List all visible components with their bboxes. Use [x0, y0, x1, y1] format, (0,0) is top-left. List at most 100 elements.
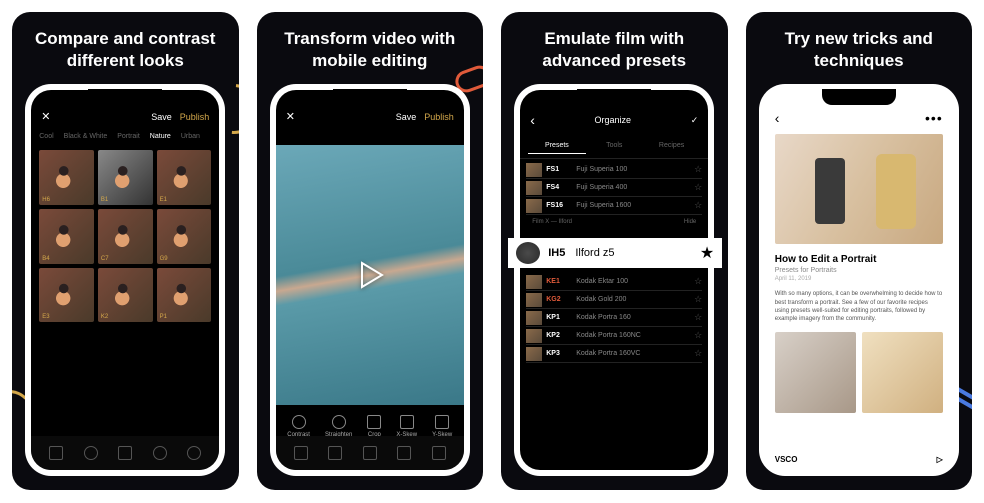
preset-row[interactable]: KP1Kodak Portra 160☆ — [526, 309, 702, 327]
xskew-tool[interactable]: X-Skew — [396, 415, 417, 438]
slide-title: Emulate film with advanced presets — [513, 28, 716, 72]
back-icon[interactable]: ‹ — [530, 112, 535, 128]
adjust-icon[interactable] — [84, 446, 98, 460]
save-button[interactable]: Save — [151, 112, 172, 122]
tab-bw[interactable]: Black & White — [64, 133, 108, 140]
video-screen: ✕ Save Publish Contrast Straighten Crop … — [276, 90, 464, 470]
save-button[interactable]: Save — [396, 112, 417, 122]
publish-button[interactable]: Publish — [424, 112, 454, 122]
close-icon[interactable]: ✕ — [286, 110, 295, 123]
history-icon[interactable] — [397, 446, 411, 460]
editor-screen: ✕ Save Publish Cool Black & White Portra… — [31, 90, 219, 470]
history-icon[interactable] — [153, 446, 167, 460]
slide-article: Try new tricks and techniques ‹ ••• How … — [746, 12, 973, 490]
straighten-tool[interactable]: Straighten — [325, 415, 352, 438]
send-icon[interactable]: ▷ — [937, 455, 943, 464]
preset-row[interactable]: FS4Fuji Superia 400☆ — [526, 179, 702, 197]
article-image[interactable] — [775, 332, 856, 413]
article-screen: ‹ ••• How to Edit a Portrait Presets for… — [765, 90, 953, 470]
star-icon[interactable]: ★ — [700, 243, 714, 263]
segment-control: Presets Tools Recipes — [520, 134, 708, 159]
check-icon[interactable]: ✓ — [691, 115, 699, 126]
tab-nature[interactable]: Nature — [150, 133, 171, 140]
star-icon[interactable]: ☆ — [694, 276, 702, 287]
segment-tools[interactable]: Tools — [586, 138, 643, 154]
preset-thumb[interactable]: B1 — [98, 150, 153, 205]
preset-row[interactable]: KG2Kodak Gold 200☆ — [526, 291, 702, 309]
yskew-tool[interactable]: Y-Skew — [432, 415, 452, 438]
sliders-icon[interactable] — [363, 446, 377, 460]
star-icon[interactable]: ☆ — [694, 330, 702, 341]
star-icon[interactable]: ☆ — [694, 164, 702, 175]
preset-thumb[interactable]: B4 — [39, 209, 94, 264]
brand-label: VSCO — [775, 455, 798, 464]
preset-thumb-icon — [526, 329, 542, 343]
slide-title: Transform video with mobile editing — [269, 28, 472, 72]
bottom-toolbar — [31, 436, 219, 470]
preset-row[interactable]: FS16Fuji Superia 1600☆ — [526, 197, 702, 215]
tab-urban[interactable]: Urban — [181, 133, 200, 140]
selected-code: IH5 — [548, 247, 565, 259]
grid-icon[interactable] — [294, 446, 308, 460]
preset-thumb[interactable]: H6 — [39, 150, 94, 205]
article-hero-image — [775, 134, 943, 244]
more-icon[interactable] — [187, 446, 201, 460]
article-title: How to Edit a Portrait — [775, 254, 943, 265]
star-icon[interactable]: ☆ — [694, 200, 702, 211]
preset-row[interactable]: FS1Fuji Superia 100☆ — [526, 161, 702, 179]
publish-button[interactable]: Publish — [180, 112, 210, 122]
slide-video: Transform video with mobile editing ✕ Sa… — [257, 12, 484, 490]
preset-tabs: Cool Black & White Portrait Nature Urban — [31, 129, 219, 144]
phone-frame: ‹ ••• How to Edit a Portrait Presets for… — [759, 84, 959, 476]
selected-preset-row[interactable]: IH5 Ilford z5 ★ — [508, 238, 722, 268]
back-icon[interactable]: ‹ — [775, 110, 780, 126]
preset-row[interactable]: KP3Kodak Portra 160VC☆ — [526, 345, 702, 363]
star-icon[interactable]: ☆ — [694, 348, 702, 359]
slide-presets: Emulate film with advanced presets ‹ Org… — [501, 12, 728, 490]
preset-thumb[interactable]: G9 — [157, 209, 212, 264]
play-icon[interactable] — [352, 257, 388, 293]
slide-title: Try new tricks and techniques — [758, 28, 961, 72]
preset-row[interactable]: KP2Kodak Portra 160NC☆ — [526, 327, 702, 345]
phone-frame: ✕ Save Publish Cool Black & White Portra… — [25, 84, 225, 476]
section-header: Film X — IlfordHide — [526, 215, 702, 229]
phone-frame: ‹ Organize ✓ Presets Tools Recipes FS1Fu… — [514, 84, 714, 476]
tab-cool[interactable]: Cool — [39, 133, 53, 140]
sliders-icon[interactable] — [118, 446, 132, 460]
grid-icon[interactable] — [49, 446, 63, 460]
organize-screen: ‹ Organize ✓ Presets Tools Recipes FS1Fu… — [520, 90, 708, 470]
more-icon[interactable]: ••• — [925, 110, 943, 126]
preset-thumb-icon — [526, 311, 542, 325]
contrast-tool[interactable]: Contrast — [287, 415, 310, 438]
article-subtitle: Presets for Portraits — [775, 267, 943, 274]
preset-thumb[interactable]: K2 — [98, 268, 153, 323]
more-icon[interactable] — [432, 446, 446, 460]
article-date: April 11, 2019 — [775, 276, 943, 282]
preset-thumb[interactable]: P1 — [157, 268, 212, 323]
star-icon[interactable]: ☆ — [694, 312, 702, 323]
crop-tool[interactable]: Crop — [367, 415, 381, 438]
organize-title: Organize — [595, 115, 632, 125]
segment-presets[interactable]: Presets — [528, 138, 585, 154]
preset-thumb[interactable]: E3 — [39, 268, 94, 323]
preset-row[interactable]: KE1Kodak Ektar 100☆ — [526, 273, 702, 291]
star-icon[interactable]: ☆ — [694, 294, 702, 305]
preset-thumb-icon — [526, 163, 542, 177]
selected-name: Ilford z5 — [575, 247, 700, 259]
adjust-icon[interactable] — [328, 446, 342, 460]
preset-thumb-icon — [526, 275, 542, 289]
tab-portrait[interactable]: Portrait — [117, 133, 140, 140]
article-image[interactable] — [862, 332, 943, 413]
phone-frame: ✕ Save Publish Contrast Straighten Crop … — [270, 84, 470, 476]
hide-button[interactable]: Hide — [684, 219, 696, 225]
slide-title: Compare and contrast different looks — [24, 28, 227, 72]
segment-recipes[interactable]: Recipes — [643, 138, 700, 154]
preset-thumb[interactable]: C7 — [98, 209, 153, 264]
star-icon[interactable]: ☆ — [694, 182, 702, 193]
slide-compare: Compare and contrast different looks ✕ S… — [12, 12, 239, 490]
preset-thumb-icon — [526, 181, 542, 195]
preset-thumb[interactable]: E1 — [157, 150, 212, 205]
video-preview[interactable] — [276, 145, 464, 405]
preset-thumb-icon — [516, 242, 540, 264]
close-icon[interactable]: ✕ — [41, 110, 50, 123]
